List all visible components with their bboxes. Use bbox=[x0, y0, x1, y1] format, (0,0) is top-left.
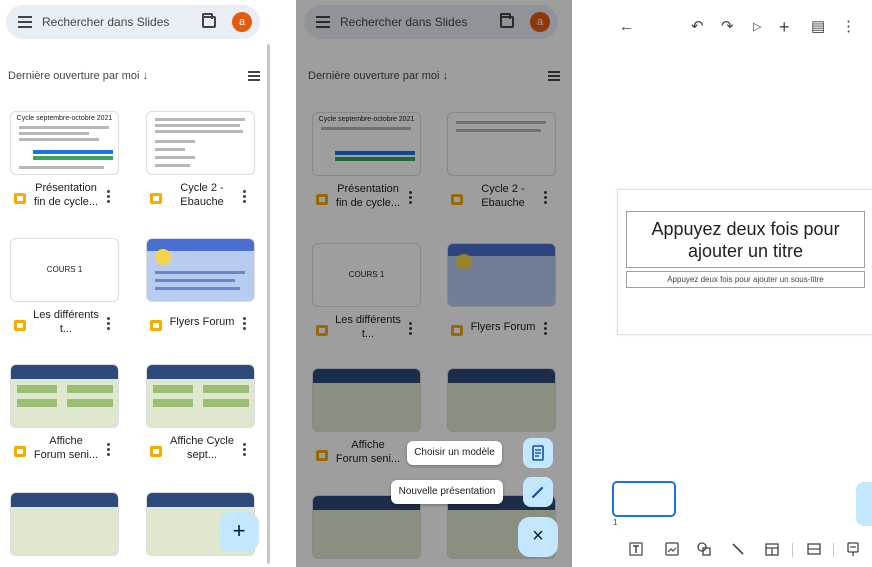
slide-number: 1 bbox=[613, 518, 618, 527]
more-options-icon[interactable] bbox=[243, 443, 247, 457]
table-icon[interactable] bbox=[764, 541, 780, 557]
list-view-icon[interactable] bbox=[248, 71, 260, 81]
play-icon[interactable]: ▷ bbox=[753, 16, 761, 38]
line-icon[interactable] bbox=[730, 541, 746, 557]
choose-template-label[interactable]: Choisir un modèle bbox=[407, 441, 502, 465]
file-thumbnail[interactable] bbox=[10, 364, 119, 428]
search-placeholder: Rechercher dans Slides bbox=[42, 15, 170, 29]
file-thumbnail[interactable] bbox=[10, 492, 119, 556]
file-thumbnail[interactable] bbox=[146, 364, 255, 428]
file-thumbnail[interactable]: Cycle septembre-octobre 2021 bbox=[10, 111, 119, 175]
thumb-caption: COURS 1 bbox=[46, 265, 83, 274]
pencil-icon bbox=[531, 486, 544, 499]
slides-file-icon bbox=[150, 320, 162, 331]
title-placeholder[interactable]: Appuyez deux fois pour ajouter un titre bbox=[626, 211, 865, 268]
more-options-icon[interactable] bbox=[107, 190, 111, 204]
file-thumbnail[interactable] bbox=[146, 111, 255, 175]
add-icon[interactable]: + bbox=[779, 16, 790, 38]
subtitle-placeholder[interactable]: Appuyez deux fois pour ajouter un sous-t… bbox=[626, 271, 865, 288]
new-presentation-label[interactable]: Nouvelle présentation bbox=[391, 480, 503, 504]
sort-label[interactable]: Dernière ouverture par moi ↓ bbox=[8, 70, 148, 82]
layout-icon[interactable] bbox=[806, 541, 822, 557]
more-options-icon[interactable] bbox=[107, 317, 111, 331]
avatar[interactable]: a bbox=[232, 12, 252, 32]
more-options-icon[interactable] bbox=[243, 317, 247, 331]
file-thumbnail[interactable] bbox=[146, 238, 255, 302]
file-title: Présentation fin de cycle... bbox=[33, 182, 99, 208]
slides-file-icon bbox=[14, 446, 26, 457]
speaker-notes-icon[interactable] bbox=[845, 541, 861, 557]
file-title: Affiche Forum seni... bbox=[33, 435, 99, 461]
slide-canvas[interactable]: Appuyez deux fois pour ajouter un titre … bbox=[617, 189, 872, 335]
slides-file-icon bbox=[150, 193, 162, 204]
back-arrow-icon[interactable]: ← bbox=[619, 16, 634, 38]
more-options-icon[interactable]: ⋮ bbox=[841, 16, 856, 38]
more-options-icon[interactable] bbox=[107, 443, 111, 457]
text-box-icon[interactable] bbox=[628, 541, 644, 557]
shape-icon[interactable] bbox=[696, 541, 712, 557]
menu-icon[interactable] bbox=[18, 16, 32, 28]
close-fab[interactable]: × bbox=[518, 517, 558, 557]
redo-icon[interactable]: ↷ bbox=[721, 16, 734, 38]
comment-icon[interactable]: ▤ bbox=[811, 16, 825, 38]
search-bar[interactable]: Rechercher dans Slides a bbox=[6, 5, 260, 39]
editor-panel: ← ↶ ↷ ▷ + ▤ ⋮ Appuyez deux fois pour ajo… bbox=[607, 0, 872, 567]
slides-file-icon bbox=[14, 320, 26, 331]
create-fab[interactable]: + bbox=[219, 512, 259, 552]
slides-file-icon bbox=[150, 446, 162, 457]
file-thumbnail[interactable]: COURS 1 bbox=[10, 238, 119, 302]
toolbar-divider bbox=[833, 543, 834, 557]
slides-file-icon bbox=[14, 193, 26, 204]
thumb-caption: Cycle septembre-octobre 2021 bbox=[16, 115, 113, 122]
image-icon[interactable] bbox=[664, 541, 680, 557]
file-title: Flyers Forum bbox=[169, 316, 235, 328]
toolbar-divider bbox=[792, 543, 793, 557]
file-title: Affiche Cycle sept... bbox=[170, 435, 234, 461]
scrollbar[interactable] bbox=[267, 44, 270, 564]
template-icon bbox=[532, 445, 544, 461]
more-options-icon[interactable] bbox=[243, 190, 247, 204]
file-title: Les différents t... bbox=[33, 309, 99, 335]
folder-icon[interactable] bbox=[202, 13, 216, 28]
new-presentation-button[interactable] bbox=[523, 477, 553, 507]
file-title: Cycle 2 -Ebauche bbox=[180, 182, 224, 208]
slide-panel-button[interactable] bbox=[856, 482, 872, 526]
template-button[interactable] bbox=[523, 438, 553, 468]
file-list-panel: Rechercher dans Slides a Dernière ouvert… bbox=[0, 0, 270, 567]
slide-thumbnail[interactable] bbox=[612, 481, 676, 517]
undo-icon[interactable]: ↶ bbox=[691, 16, 704, 38]
create-menu-panel: Rechercher dans Slides a Dernière ouvert… bbox=[296, 0, 572, 567]
